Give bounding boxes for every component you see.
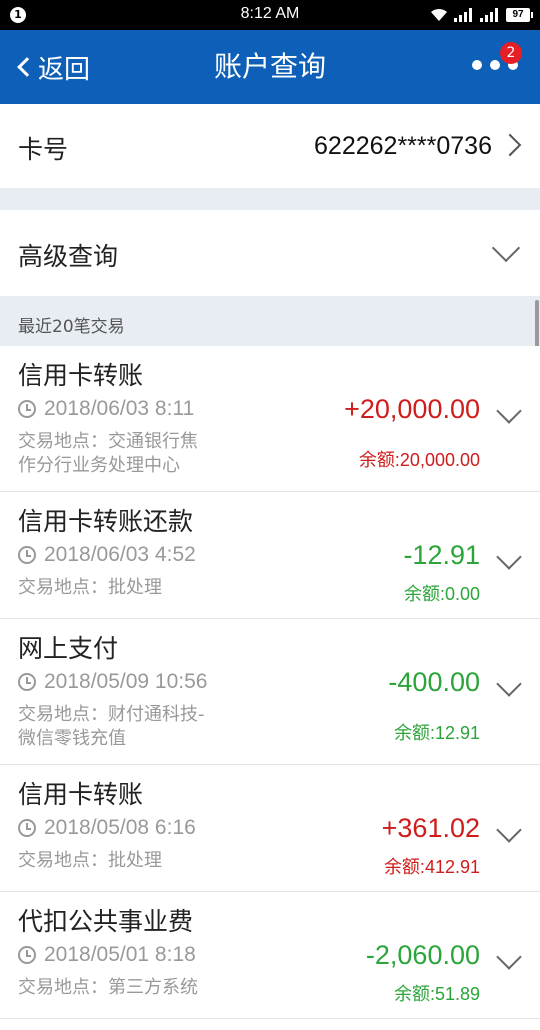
transaction-location: 交易地点：批处理 [18, 849, 248, 873]
transaction-time: 2018/05/08 6:16 [18, 816, 196, 840]
clock-icon [18, 673, 36, 691]
transaction-title: 信用卡转账 [18, 361, 144, 390]
transaction-datetime: 2018/05/01 8:18 [44, 943, 196, 966]
transaction-amount: -400.00 [388, 667, 480, 697]
advanced-query-label: 高级查询 [18, 242, 119, 271]
chevron-down-icon[interactable] [496, 398, 522, 424]
page-title: 账户查询 [213, 50, 326, 83]
clock-icon [18, 819, 36, 837]
signal-icon [454, 8, 472, 22]
transaction-amount: +361.02 [381, 813, 480, 843]
section-header: 最近20笔交易 [0, 296, 540, 346]
location-line: 交易地点：第三方系统 [18, 977, 198, 998]
chevron-right-icon [498, 133, 522, 157]
chevron-down-icon[interactable] [496, 817, 522, 843]
transaction-location: 交易地点：第三方系统 [18, 976, 248, 1000]
clock-icon [18, 946, 36, 964]
transaction-item[interactable]: 代扣公共事业费 2018/05/01 8:18 交易地点：第三方系统 -2,06… [0, 892, 540, 1019]
transaction-datetime: 2018/06/03 4:52 [44, 543, 196, 566]
status-bar: 1 8:12 AM 97 [0, 0, 540, 30]
location-line: 作分行业务处理中心 [18, 455, 180, 476]
card-label: 卡号 [18, 135, 69, 164]
transaction-datetime: 2018/06/03 8:11 [44, 397, 195, 420]
nav-bar: 返回 账户查询 2 [0, 30, 540, 104]
status-icons: 97 [430, 6, 533, 24]
transaction-item[interactable]: 信用卡转账 2018/05/08 6:16 交易地点：批处理 +361.02 余… [0, 765, 540, 892]
advanced-query-row[interactable]: 高级查询 [0, 210, 540, 296]
transaction-item[interactable]: 网上支付 2018/05/09 10:56 交易地点：财付通科技- 微信零钱充值… [0, 619, 540, 765]
location-line: 交易地点：财付通科技- [18, 704, 205, 725]
transaction-balance: 余额:0.00 [403, 584, 480, 604]
chevron-down-icon[interactable] [496, 671, 522, 697]
more-dot-icon [472, 60, 482, 70]
wifi-icon [431, 8, 447, 21]
chevron-down-icon[interactable] [496, 944, 522, 970]
chevron-down-icon[interactable] [496, 544, 522, 570]
location-line: 微信零钱充值 [18, 728, 126, 749]
transaction-time: 2018/06/03 4:52 [18, 543, 196, 567]
location-line: 交易地点：交通银行焦 [18, 431, 198, 452]
transaction-title: 网上支付 [18, 634, 119, 663]
card-number: 622262****0736 [314, 132, 492, 160]
transaction-location: 交易地点：财付通科技- 微信零钱充值 [18, 703, 248, 751]
transaction-time: 2018/05/01 8:18 [18, 943, 196, 967]
transaction-title: 信用卡转账 [18, 780, 144, 809]
transaction-balance: 余额:51.89 [393, 984, 480, 1004]
transaction-location: 交易地点：交通银行焦 作分行业务处理中心 [18, 430, 248, 478]
clock-icon [18, 400, 36, 418]
transaction-amount: -12.91 [403, 540, 480, 570]
signal-icon-2 [480, 8, 498, 22]
transaction-amount: +20,000.00 [344, 394, 480, 424]
battery-icon: 97 [506, 8, 533, 22]
transaction-balance: 余额:20,000.00 [358, 450, 480, 470]
transaction-item[interactable]: 信用卡转账还款 2018/06/03 4:52 交易地点：批处理 -12.91 … [0, 492, 540, 619]
transaction-location: 交易地点：批处理 [18, 576, 248, 600]
transaction-time: 2018/05/09 10:56 [18, 670, 208, 694]
clock-icon [18, 546, 36, 564]
transaction-datetime: 2018/05/09 10:56 [44, 670, 208, 693]
transaction-datetime: 2018/05/08 6:16 [44, 816, 196, 839]
transaction-title: 信用卡转账还款 [18, 507, 194, 536]
card-number-row[interactable]: 卡号 622262****0736 [0, 104, 540, 188]
notification-badge: 2 [500, 42, 522, 64]
location-line: 交易地点：批处理 [18, 577, 162, 598]
transaction-balance: 余额:12.91 [393, 723, 480, 743]
divider-gap [0, 188, 540, 210]
location-line: 交易地点：批处理 [18, 850, 162, 871]
section-title: 最近20笔交易 [18, 317, 125, 337]
chevron-down-icon [491, 233, 521, 263]
transaction-balance: 余额:412.91 [383, 857, 480, 877]
transaction-time: 2018/06/03 8:11 [18, 397, 194, 421]
transaction-item[interactable]: 信用卡转账 2018/06/03 8:11 交易地点：交通银行焦 作分行业务处理… [0, 346, 540, 492]
transaction-title: 代扣公共事业费 [18, 907, 194, 936]
transaction-amount: -2,060.00 [365, 940, 480, 970]
more-dot-icon [490, 60, 500, 70]
